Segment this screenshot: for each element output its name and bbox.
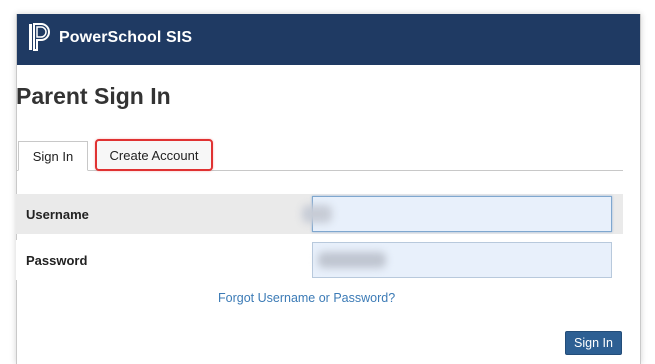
password-label: Password xyxy=(26,253,88,268)
redacted-username xyxy=(302,205,332,223)
sign-in-button[interactable]: Sign In xyxy=(565,331,622,355)
browser-frame: PowerSchool SIS xyxy=(16,14,641,364)
tab-create-account[interactable]: Create Account xyxy=(95,139,213,171)
app-header: PowerSchool SIS xyxy=(17,14,640,65)
username-input[interactable] xyxy=(312,196,612,232)
username-label: Username xyxy=(26,207,89,222)
powerschool-logo-icon xyxy=(29,23,50,51)
app-brand: PowerSchool SIS xyxy=(59,29,193,46)
forgot-credentials-link[interactable]: Forgot Username or Password? xyxy=(218,291,395,305)
tab-sign-in[interactable]: Sign In xyxy=(18,141,88,171)
redacted-password xyxy=(318,252,386,268)
page-title: Parent Sign In xyxy=(16,83,171,109)
